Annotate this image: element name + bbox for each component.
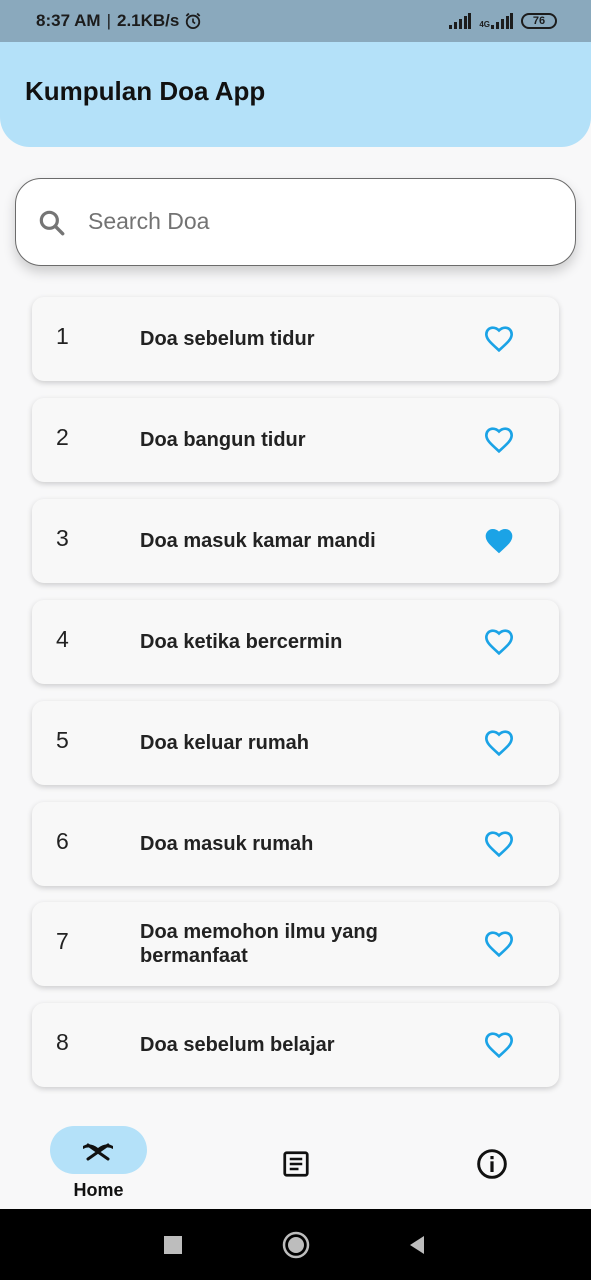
item-number: 8: [56, 1029, 69, 1055]
search-box[interactable]: [15, 178, 576, 266]
item-number: 5: [56, 727, 69, 753]
status-separator: |: [106, 11, 111, 30]
item-number: 3: [56, 525, 69, 551]
search-input[interactable]: [88, 201, 548, 241]
item-title: Doa keluar rumah: [140, 732, 309, 754]
list-item[interactable]: 6 Doa masuk rumah: [32, 802, 559, 886]
item-title: Doa ketika bercermin: [140, 631, 343, 653]
heart-filled-icon[interactable]: [482, 525, 516, 557]
item-title: Doa masuk kamar mandi: [140, 530, 376, 552]
nav-home-label[interactable]: Home: [50, 1180, 147, 1201]
status-left: 8:37 AM | 2.1KB/s: [36, 11, 203, 31]
item-title: Doa bangun tidur: [140, 429, 306, 451]
network-label: 4G: [479, 20, 490, 29]
heart-outline-icon[interactable]: [482, 424, 516, 456]
heart-outline-icon[interactable]: [482, 727, 516, 759]
item-number: 1: [56, 323, 69, 349]
list-item[interactable]: 3 Doa masuk kamar mandi: [32, 499, 559, 583]
item-title: Doa sebelum tidur: [140, 328, 315, 350]
signal-icon: [449, 13, 472, 29]
heart-outline-icon[interactable]: [482, 323, 516, 355]
list-item[interactable]: 8 Doa sebelum belajar: [32, 1003, 559, 1087]
status-speed: 2.1KB/s: [116, 11, 180, 30]
info-icon[interactable]: [476, 1148, 508, 1180]
status-time: 8:37 AM: [36, 11, 101, 30]
item-title: Doa memohon ilmu yang bermanfaat: [140, 921, 378, 967]
signal-4g-icon: [491, 13, 513, 29]
alarm-icon: [186, 12, 201, 30]
status-right: 4G 76: [449, 13, 557, 29]
system-nav-bar: [0, 1209, 591, 1280]
item-number: 4: [56, 626, 69, 652]
heart-outline-icon[interactable]: [482, 1029, 516, 1061]
signal-4g: 4G: [479, 13, 513, 29]
status-bar: 8:37 AM | 2.1KB/s 4G 76: [0, 0, 591, 42]
quran-icon: [83, 1143, 113, 1161]
battery-indicator: 76: [521, 13, 557, 29]
screen: 8:37 AM | 2.1KB/s 4G 76 Kumpulan Doa App…: [0, 0, 591, 1280]
home-system-icon[interactable]: [281, 1230, 311, 1260]
item-title: Doa sebelum belajar: [140, 1034, 335, 1056]
item-title: Doa masuk rumah: [140, 833, 314, 855]
list-item[interactable]: 7 Doa memohon ilmu yang bermanfaat: [32, 902, 559, 986]
list-item[interactable]: 1 Doa sebelum tidur: [32, 297, 559, 381]
list-item[interactable]: 2 Doa bangun tidur: [32, 398, 559, 482]
app-bar: Kumpulan Doa App: [0, 42, 591, 147]
recent-apps-icon[interactable]: [164, 1236, 182, 1254]
search-icon: [39, 210, 65, 236]
list-item[interactable]: 5 Doa keluar rumah: [32, 701, 559, 785]
item-number: 7: [56, 928, 69, 954]
app-title: Kumpulan Doa App: [25, 76, 266, 106]
back-icon[interactable]: [406, 1234, 428, 1256]
list-icon[interactable]: [281, 1149, 311, 1179]
heart-outline-icon[interactable]: [482, 828, 516, 860]
heart-outline-icon[interactable]: [482, 928, 516, 960]
list-item[interactable]: 4 Doa ketika bercermin: [32, 600, 559, 684]
item-number: 6: [56, 828, 69, 854]
heart-outline-icon[interactable]: [482, 626, 516, 658]
item-number: 2: [56, 424, 69, 450]
bottom-nav: Home: [0, 1094, 591, 1209]
